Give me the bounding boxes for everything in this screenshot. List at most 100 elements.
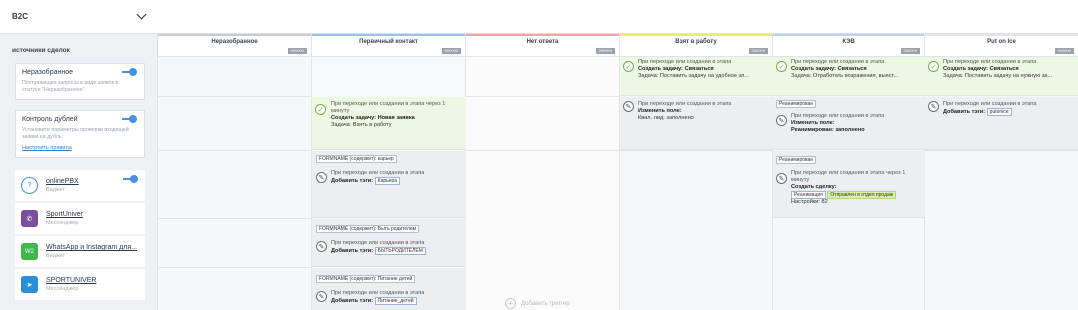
source-item[interactable]: ? onlinePBX Виджет [15,170,145,202]
trigger-condition: При переходе или создании в этапа через … [791,170,906,183]
stage-count: 000000 [287,48,307,54]
tag-chip: Питание_детей [374,297,417,305]
trigger-card[interactable]: Реанимирован ✎ При переходе или создании… [773,97,925,150]
trigger-action: Изменить поле: [638,108,682,114]
tag-chip: Карьера [374,177,401,185]
trigger-condition: При переходе или создании в этапа [943,101,1037,107]
trigger-action: Добавить тэги: [331,298,374,304]
stage-header[interactable]: Неразобранное 000000 [158,34,311,57]
stage-color-bar [158,34,311,36]
trigger-filter-tag: Реанимирован [776,100,817,108]
trigger-card[interactable]: ✓ При переходе или создании в этапа Созд… [773,57,925,96]
edit-icon: ✎ [316,172,327,183]
trigger-detail: Задача: Поставить задачу на нужную за... [943,73,1053,79]
trigger-condition: При переходе или создании в этапа [638,101,732,107]
trigger-filter-tag: FORMNAME (содержит): Быть родителем [316,225,420,233]
stage-chip: Отправлен в отдел продаж [827,191,897,199]
dedup-card[interactable]: Контроль дублей Установите параметры про… [15,110,145,158]
trigger-card[interactable]: ✓ При переходе или создании в этапа Созд… [620,57,773,96]
source-name[interactable]: WhatsApp и Instagram для... [46,244,137,251]
row-divider [158,218,312,219]
trigger-condition: При переходе или создании в этапа [791,113,885,119]
trigger-card[interactable]: ✎ При переходе или создании в этапа Изме… [620,97,773,150]
unsorted-card[interactable]: Неразобранное Поступающие запросы в виде… [15,63,145,100]
stage-color-bar [773,34,924,36]
trigger-filter-tag: Реанимирован [776,156,817,164]
stage-count: 000000 [748,48,768,54]
source-type: Мессенджер [46,220,79,226]
stage-count: 000000 [1054,48,1074,54]
trigger-card[interactable]: ✓ При переходе или создании в этапа Созд… [925,57,1078,96]
unsorted-toggle[interactable] [122,68,137,76]
trigger-condition: При переходе или создании в этапа [331,170,425,176]
source-toggle[interactable] [123,175,138,183]
trigger-action: Добавить тэги: [331,178,374,184]
stage-count: 000000 [441,48,461,54]
trigger-action: Создать задачу: Новая заявка [331,115,415,121]
stage-count: 000000 [900,48,920,54]
edit-icon: ✎ [776,173,787,184]
source-name[interactable]: SportUniver [46,211,83,218]
stage-column: Нет ответа 000000 [466,34,620,310]
source-type: Виджет [46,253,66,259]
stage-header[interactable]: КЭВ 000000 [773,34,924,57]
pipeline-select[interactable]: B2C [0,0,158,34]
trigger-card[interactable]: ✎ При переходе или создании в этапа Доба… [925,97,1078,150]
row-divider [620,150,773,151]
row-divider [925,150,1078,151]
source-name[interactable]: SPORTUNIVER [46,277,96,284]
trigger-condition: При переходе или создании в этапа [638,59,732,65]
trigger-filter-tag: FORMNAME (содержит): карьер [316,155,397,163]
trigger-action: Создать сделку: [791,184,837,190]
trigger-card[interactable]: FORMNAME (содержит): Питание детей ✎ При… [312,268,466,310]
trigger-detail: Реанимирован: заполнено [791,127,865,133]
stage-column: Неразобранное 000000 [158,34,312,310]
check-circle-icon: ✓ [623,61,634,72]
stage-name: КЭВ [842,39,855,45]
add-trigger-button[interactable]: + Добавить триггер [505,298,570,309]
trigger-card[interactable]: FORMNAME (содержит): карьер ✎ При перехо… [312,151,466,218]
chevron-down-icon[interactable] [136,9,147,20]
trigger-card[interactable]: ✓ При переходе или создании в этапа чере… [312,97,466,150]
trigger-card[interactable]: FORMNAME (содержит): Быть родителем ✎ Пр… [312,219,466,267]
trigger-condition: При переходе или создании в этапа [943,59,1037,65]
row-divider [158,267,312,268]
sources-title: источники сделок [12,47,70,54]
trigger-condition: При переходе или создании в этапа [331,290,425,296]
unsorted-title: Неразобранное [22,69,73,76]
stage-header[interactable]: Взят в работу 000000 [620,34,772,57]
trigger-action: Добавить тэги: [331,248,374,254]
edit-icon: ✎ [623,101,634,112]
stage-name: Put on Ice [987,39,1016,45]
add-trigger-label: Добавить триггер [521,300,570,307]
trigger-detail: Задача: Отработать возражения, выяст... [791,73,899,79]
source-item[interactable]: ✆ SportUniver Мессенджер [15,203,145,235]
source-type: Виджет [46,187,66,193]
dedup-settings-link[interactable]: Настроить правила [22,145,138,151]
trigger-condition: При переходе или создании в этапа [331,240,425,246]
trigger-action: Создать задачу: Связаться [638,66,714,72]
dedup-desc: Установите параметры проверки входящей з… [22,127,129,140]
source-name[interactable]: onlinePBX [46,178,79,185]
trigger-action: Создать задачу: Связаться [791,66,867,72]
telegram-icon: ➤ [21,276,38,293]
question-icon: ? [21,177,38,194]
check-circle-icon: ✓ [776,61,787,72]
trigger-detail: Квал. лид: заполнено [638,115,694,121]
trigger-filter-tag: FORMNAME (содержит): Питание детей [316,275,416,283]
stage-header[interactable]: Put on Ice 000000 [925,34,1078,57]
row-divider [466,150,620,151]
trigger-action: Изменить поле: [791,120,835,126]
dedup-toggle[interactable] [122,115,137,123]
plus-icon: + [505,298,516,309]
trigger-detail: Задача: Поставить задачу на удобное зл..… [638,73,749,79]
source-item[interactable]: W2 WhatsApp и Instagram для... Виджет [15,236,145,268]
dedup-title: Контроль дублей [22,116,78,123]
stage-color-bar [620,34,772,36]
edit-icon: ✎ [928,101,939,112]
trigger-card[interactable]: Реанимирован ✎ При переходе или создании… [773,151,925,218]
stage-header[interactable]: Первичный контакт 000000 [312,34,465,57]
stage-header[interactable]: Нет ответа 000000 [466,34,619,57]
viber-icon: ✆ [21,210,38,227]
source-item[interactable]: ➤ SPORTUNIVER Мессенджер [15,269,145,301]
